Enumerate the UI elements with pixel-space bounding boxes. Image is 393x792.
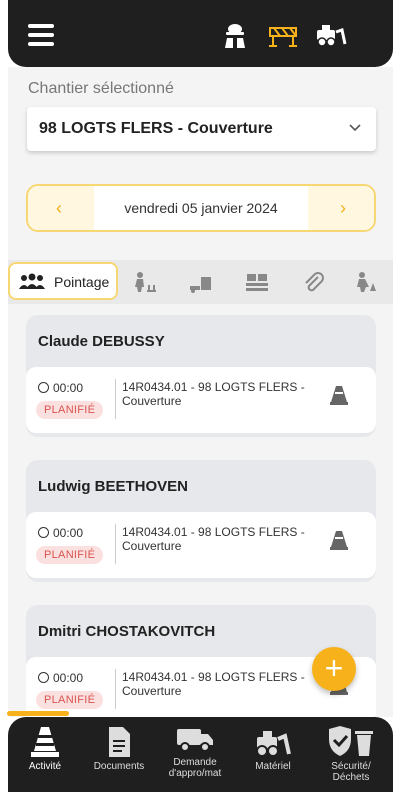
- employee-card[interactable]: Claude DEBUSSY 00:00 PLANIFIÉ 14R0434.01…: [26, 315, 376, 437]
- next-day-button[interactable]: ›: [308, 186, 374, 230]
- date-selector: ‹ vendredi 05 janvier 2024 ›: [26, 184, 376, 232]
- clock-icon: [38, 382, 49, 393]
- time-value: 00:00: [38, 381, 83, 395]
- site-selected-value: 98 LOGTS FLERS - Couverture: [39, 120, 273, 137]
- status-badge: PLANIFIÉ: [36, 691, 104, 709]
- pallet-icon[interactable]: [244, 271, 270, 293]
- site-worker-icon[interactable]: [352, 271, 378, 293]
- cone-icon: [31, 727, 59, 757]
- divider: [115, 524, 116, 564]
- activity-content: Chantier sélectionné 98 LOGTS FLERS - Co…: [8, 67, 393, 717]
- nav-activite-label: Activité: [28, 761, 62, 772]
- nav-demande-label: Demande d'appro/mat: [168, 757, 222, 779]
- nav-securite-dechets[interactable]: Sécurité/ Déchets: [316, 725, 386, 783]
- cone-icon: [330, 531, 348, 550]
- nav-materiel[interactable]: Matériel: [238, 725, 308, 772]
- assignment-entry[interactable]: 00:00 PLANIFIÉ 14R0434.01 - 98 LOGTS FLE…: [26, 512, 376, 578]
- assignment-description: 14R0434.01 - 98 LOGTS FLERS - Couverture: [122, 525, 305, 553]
- active-tab-indicator: [7, 711, 69, 716]
- hamburger-menu-icon[interactable]: [28, 24, 54, 46]
- truck-icon: [177, 729, 213, 752]
- assignment-entry[interactable]: 00:00 PLANIFIÉ 14R0434.01 - 98 LOGTS FLE…: [26, 367, 376, 433]
- machinery-icon[interactable]: [314, 20, 348, 50]
- add-button[interactable]: +: [312, 647, 356, 691]
- chevron-down-icon: [349, 124, 361, 132]
- site-label: Chantier sélectionné: [28, 80, 174, 97]
- nav-documents-label: Documents: [93, 761, 145, 772]
- assignment-description: 14R0434.01 - 98 LOGTS FLERS - Couverture: [122, 380, 305, 408]
- time-value: 00:00: [38, 671, 83, 685]
- divider: [115, 669, 116, 709]
- nav-documents[interactable]: Documents: [84, 725, 154, 772]
- shield-bin-icon: [329, 726, 373, 756]
- tab-pointage[interactable]: Pointage: [8, 262, 118, 300]
- employee-name: Ludwig BEETHOVEN: [38, 478, 188, 495]
- document-icon: [109, 727, 130, 757]
- status-badge: PLANIFIÉ: [36, 546, 104, 564]
- assignment-description: 14R0434.01 - 98 LOGTS FLERS - Couverture: [122, 670, 305, 698]
- activity-tabs: Pointage: [8, 260, 393, 304]
- site-select[interactable]: 98 LOGTS FLERS - Couverture: [27, 107, 376, 151]
- worker-move-icon[interactable]: [132, 271, 158, 293]
- worker-icon[interactable]: [218, 20, 252, 50]
- status-badge: PLANIFIÉ: [36, 401, 104, 419]
- top-app-bar: [8, 0, 393, 67]
- machinery-icon: [256, 731, 291, 757]
- clock-icon: [38, 527, 49, 538]
- bottom-navigation: Activité Documents Demande d'appro/mat M…: [8, 717, 393, 792]
- time-value: 00:00: [38, 526, 83, 540]
- nav-activite[interactable]: Activité: [10, 725, 80, 772]
- nav-securite-label: Sécurité/ Déchets: [331, 761, 371, 783]
- divider: [115, 379, 116, 419]
- tab-pointage-label: Pointage: [54, 274, 110, 290]
- clock-icon: [38, 672, 49, 683]
- chevron-right-icon: ›: [340, 198, 346, 218]
- team-icon: [19, 273, 45, 289]
- nav-materiel-label: Matériel: [255, 761, 291, 772]
- delivery-icon[interactable]: [188, 271, 214, 293]
- barrier-icon[interactable]: [266, 20, 300, 50]
- employee-card[interactable]: Ludwig BEETHOVEN 00:00 PLANIFIÉ 14R0434.…: [26, 460, 376, 582]
- employee-name: Claude DEBUSSY: [38, 333, 165, 350]
- cone-icon: [330, 386, 348, 405]
- nav-demande[interactable]: Demande d'appro/mat: [160, 725, 230, 779]
- employee-name: Dmitri CHOSTAKOVITCH: [38, 623, 216, 640]
- paperclip-icon[interactable]: [300, 271, 326, 293]
